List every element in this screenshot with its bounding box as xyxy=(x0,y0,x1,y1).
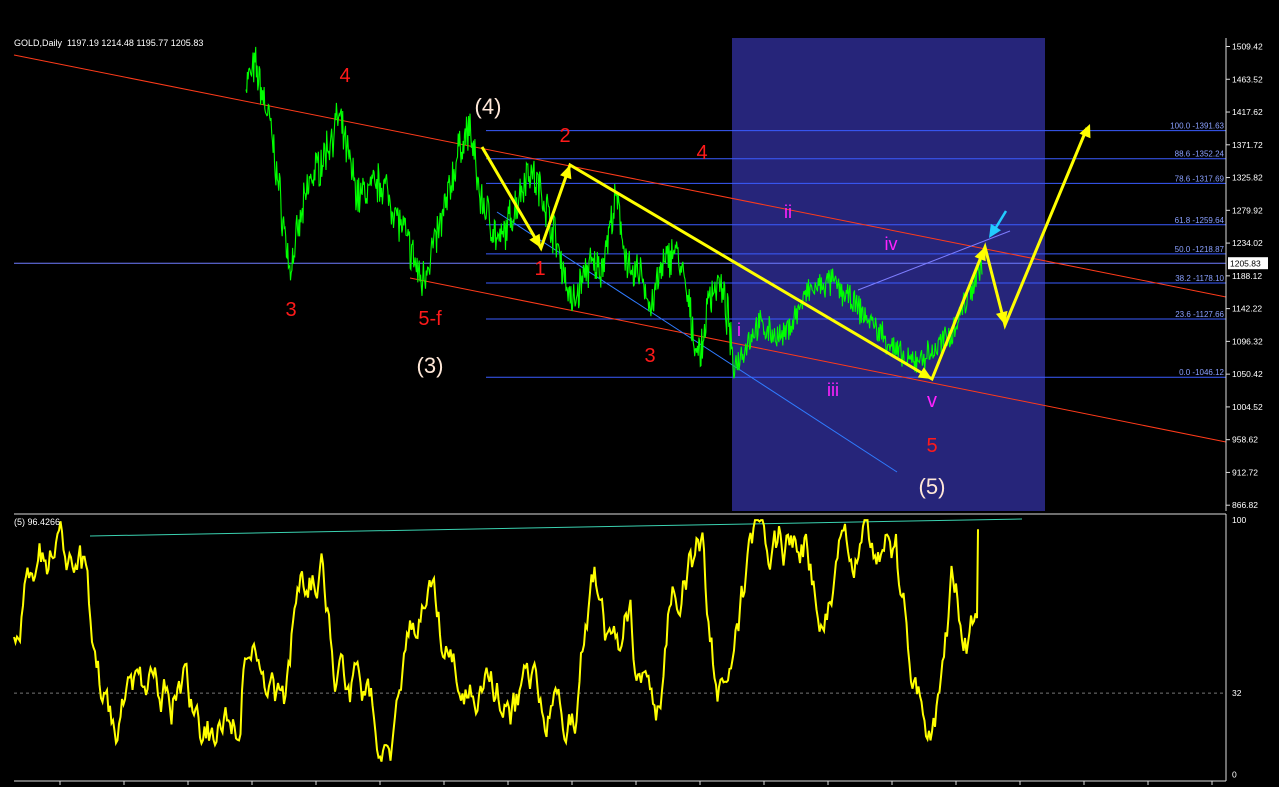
wave-label: 3 xyxy=(644,345,655,367)
price-axis-label: 1004.52 xyxy=(1232,402,1263,412)
wave-label: ii xyxy=(784,202,792,222)
fib-level-label: 23.6 -1127.66 xyxy=(1175,310,1224,319)
wave-label: 4 xyxy=(696,142,707,164)
symbol-label: GOLD,Daily xyxy=(14,38,63,48)
price-axis-label: 1142.22 xyxy=(1232,304,1262,314)
wave-label: iii xyxy=(827,380,839,400)
wave-label: 5 xyxy=(926,435,937,457)
ohlc-values: 1197.19 1214.48 1195.77 1205.83 xyxy=(67,38,204,48)
fib-level-label: 78.6 -1317.69 xyxy=(1175,174,1225,183)
fib-level-label: 0.0 -1046.12 xyxy=(1179,368,1224,377)
fib-level-label: 61.8 -1259.64 xyxy=(1175,216,1225,225)
price-axis-label: 1096.32 xyxy=(1232,336,1263,346)
wave-label: 1 xyxy=(534,258,545,280)
wave-label: (5) xyxy=(919,474,946,499)
current-price-tag-label: 1205.83 xyxy=(1230,259,1261,269)
price-axis-label: 1234.02 xyxy=(1232,238,1263,248)
price-axis-label: 1371.72 xyxy=(1232,140,1263,150)
wave-label: 3 xyxy=(285,299,296,321)
fib-level-label: 38.2 -1178.10 xyxy=(1175,274,1224,283)
chart-header: GOLD,Daily 1197.19 1214.48 1195.77 1205.… xyxy=(14,38,203,48)
wave-label: 5-f xyxy=(418,308,442,330)
price-axis-label: 1050.42 xyxy=(1232,369,1263,379)
wave-label: v xyxy=(927,390,937,412)
gold-daily-chart: 100.0 -1391.63 88.6 -1352.24 78.6 -1317.69… xyxy=(13,38,1268,785)
oscillator-axis-label: 0 xyxy=(1232,770,1237,780)
oscillator-axis-label: 32 xyxy=(1232,688,1242,698)
wave-label: (3) xyxy=(417,353,444,378)
fib-level-label: 50.0 -1218.87 xyxy=(1175,245,1225,254)
highlight-box xyxy=(732,38,1045,511)
oscillator-header: (5) 96.4266 xyxy=(14,517,61,527)
price-axis-label: 1188.12 xyxy=(1232,271,1262,281)
price-axis-label: 1279.92 xyxy=(1232,205,1263,215)
wave-label: 4 xyxy=(339,65,350,87)
price-axis-label: 1325.82 xyxy=(1232,173,1263,183)
price-axis-label: 1509.42 xyxy=(1232,42,1263,52)
wave-label: iv xyxy=(885,234,898,254)
price-axis-label: 1463.52 xyxy=(1232,74,1263,84)
oscillator-axis-label: 100 xyxy=(1232,515,1246,525)
wave-label: i xyxy=(737,320,741,340)
wave-label: (4) xyxy=(475,94,502,119)
wave-label: 2 xyxy=(559,125,570,147)
price-axis-label: 866.82 xyxy=(1232,500,1258,510)
price-axis-label: 1417.62 xyxy=(1232,107,1263,117)
price-axis-label: 958.62 xyxy=(1232,435,1258,445)
fib-level-label: 100.0 -1391.63 xyxy=(1170,122,1224,131)
fib-level-label: 88.6 -1352.24 xyxy=(1175,150,1225,159)
price-axis-label: 912.72 xyxy=(1232,467,1258,477)
